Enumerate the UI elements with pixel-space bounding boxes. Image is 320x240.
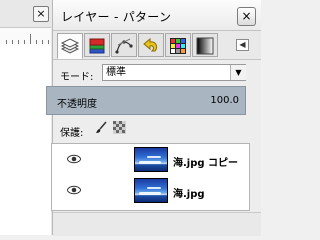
opacity-value: 100.0 [210, 95, 239, 106]
tab-gradients[interactable] [192, 33, 218, 57]
layer-name[interactable]: 海.jpg コピー [173, 154, 238, 169]
lock-label: 保護: [60, 128, 84, 139]
layers-footer-toolbar [53, 212, 261, 236]
layers-dock-panel: レイヤー - パターン × ◀ モード: 標準 ▼ 不透明度 100.0 保護:… [46, 0, 261, 236]
opacity-label: 不透明度 [57, 99, 97, 110]
lock-pixels-brush-icon[interactable] [95, 121, 108, 134]
tab-undo-history[interactable] [138, 33, 164, 57]
dock-tabs: ◀ [53, 31, 261, 60]
dock-close-button[interactable]: × [237, 7, 256, 26]
eye-icon[interactable] [67, 185, 81, 195]
image-canvas[interactable] [0, 44, 51, 235]
layer-thumbnail [134, 178, 168, 203]
layers-icon [60, 38, 80, 54]
channels-icon [89, 38, 105, 54]
layers-list: 海.jpg コピー 海.jpg [51, 143, 250, 211]
tab-paths[interactable] [111, 33, 137, 57]
lock-alpha-checker-icon[interactable] [113, 121, 126, 134]
horizontal-ruler [0, 27, 51, 45]
dock-menu-button[interactable]: ◀ [236, 39, 249, 51]
gradient-icon [196, 37, 214, 55]
dock-tab-title: レイヤー - パターン [61, 10, 172, 24]
layer-row[interactable]: 海.jpg [52, 176, 249, 206]
mode-select[interactable]: 標準 [102, 64, 246, 81]
layer-thumbnail [134, 147, 168, 172]
tab-layers[interactable] [57, 33, 83, 59]
layer-row[interactable]: 海.jpg コピー [52, 145, 249, 175]
mode-select-value: 標準 [106, 67, 126, 78]
dock-title-bar: レイヤー - パターン × [53, 0, 261, 31]
opacity-slider[interactable]: 不透明度 100.0 [46, 86, 246, 115]
undo-icon [143, 37, 158, 52]
tab-colormap[interactable] [165, 33, 191, 57]
eye-icon[interactable] [67, 154, 81, 164]
colormap-icon [170, 38, 186, 54]
image-canvas-window: × [0, 0, 53, 235]
mode-dropdown-arrow-icon[interactable]: ▼ [230, 65, 246, 80]
canvas-close-button[interactable]: × [33, 6, 49, 22]
paths-icon [115, 38, 133, 54]
mode-label: モード: [60, 72, 94, 83]
layer-name[interactable]: 海.jpg [173, 185, 205, 200]
tab-channels[interactable] [84, 33, 110, 57]
